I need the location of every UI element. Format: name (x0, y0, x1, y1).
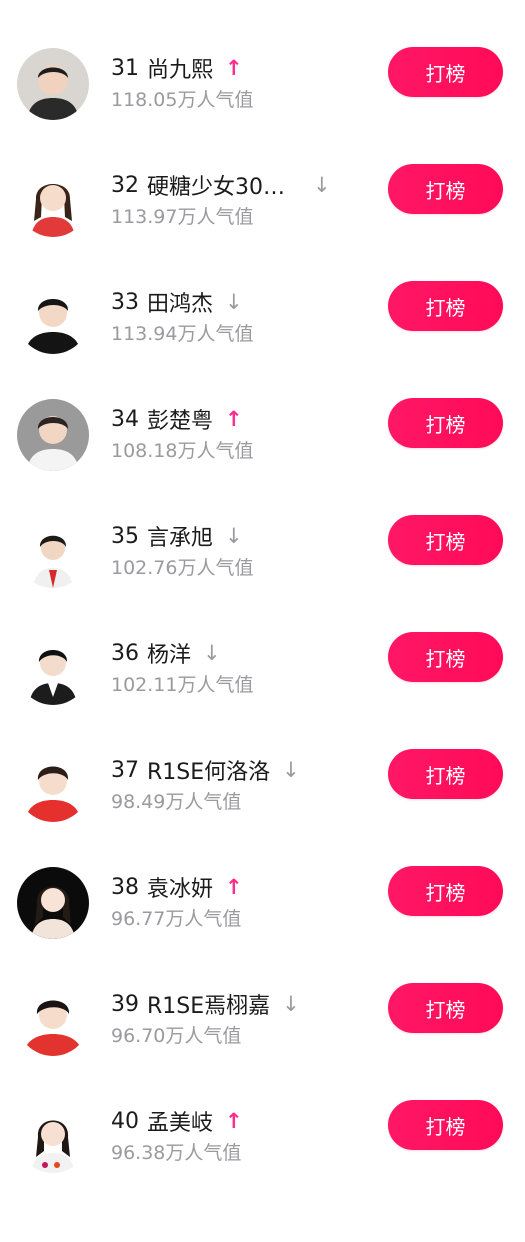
rank-number: 40 (111, 1108, 139, 1134)
portrait-female-icon (17, 867, 89, 939)
arrow-down-icon: ↓ (282, 757, 300, 782)
rank-number: 34 (111, 406, 139, 432)
portrait-female-icon (17, 1101, 89, 1173)
popularity-value: 96.77万人气值 (111, 908, 242, 930)
popularity-value: 96.38万人气值 (111, 1142, 242, 1164)
vote-button[interactable]: 打榜 (388, 164, 503, 214)
artist-name[interactable]: R1SE焉栩嘉 (147, 988, 270, 1020)
name-line: 35 言承旭 ↓ (111, 520, 243, 552)
arrow-up-icon: ↑ (225, 406, 243, 431)
portrait-male-icon (17, 282, 89, 354)
portrait-female-icon (17, 165, 89, 237)
name-line: 32 硬糖少女30… ↓ (111, 169, 331, 201)
name-line: 31 尚九熙 ↑ (111, 52, 243, 84)
arrow-down-icon: ↓ (313, 172, 331, 197)
artist-name[interactable]: 尚九熙 (147, 52, 213, 84)
artist-name[interactable]: R1SE何洛洛 (147, 754, 270, 786)
name-line: 38 袁冰妍 ↑ (111, 871, 243, 903)
avatar[interactable] (17, 867, 89, 939)
name-line: 37 R1SE何洛洛 ↓ (111, 754, 300, 786)
arrow-up-icon: ↑ (225, 55, 243, 80)
portrait-male-icon (17, 984, 89, 1056)
portrait-male-icon (17, 48, 89, 120)
popularity-value: 102.11万人气值 (111, 674, 254, 696)
name-line: 36 杨洋 ↓ (111, 637, 221, 669)
popularity-value: 118.05万人气值 (111, 89, 254, 111)
avatar[interactable] (17, 750, 89, 822)
arrow-up-icon: ↑ (225, 1108, 243, 1133)
artist-name[interactable]: 硬糖少女30… (147, 169, 285, 201)
popularity-value: 98.49万人气值 (111, 791, 242, 813)
avatar[interactable] (17, 633, 89, 705)
arrow-down-icon: ↓ (282, 991, 300, 1016)
popularity-value: 96.70万人气值 (111, 1025, 242, 1047)
artist-name[interactable]: 孟美岐 (147, 1105, 213, 1137)
rank-number: 35 (111, 523, 139, 549)
artist-name[interactable]: 杨洋 (147, 637, 191, 669)
avatar[interactable] (17, 282, 89, 354)
avatar[interactable] (17, 399, 89, 471)
popularity-value: 113.94万人气值 (111, 323, 254, 345)
avatar[interactable] (17, 1101, 89, 1173)
name-line: 33 田鸿杰 ↓ (111, 286, 243, 318)
vote-button[interactable]: 打榜 (388, 398, 503, 448)
artist-name[interactable]: 袁冰妍 (147, 871, 213, 903)
arrow-down-icon: ↓ (203, 640, 221, 665)
rank-number: 38 (111, 874, 139, 900)
rank-number: 36 (111, 640, 139, 666)
vote-button[interactable]: 打榜 (388, 749, 503, 799)
portrait-male-icon (17, 750, 89, 822)
rank-number: 32 (111, 172, 139, 198)
name-line: 40 孟美岐 ↑ (111, 1105, 243, 1137)
artist-name[interactable]: 田鸿杰 (147, 286, 213, 318)
artist-name[interactable]: 彭楚粤 (147, 403, 213, 435)
arrow-up-icon: ↑ (225, 874, 243, 899)
portrait-male-icon (17, 516, 89, 588)
arrow-down-icon: ↓ (225, 523, 243, 548)
vote-button[interactable]: 打榜 (388, 983, 503, 1033)
popularity-value: 102.76万人气值 (111, 557, 254, 579)
vote-button[interactable]: 打榜 (388, 632, 503, 682)
vote-button[interactable]: 打榜 (388, 47, 503, 97)
vote-button[interactable]: 打榜 (388, 515, 503, 565)
avatar[interactable] (17, 984, 89, 1056)
avatar[interactable] (17, 165, 89, 237)
portrait-male-icon (17, 633, 89, 705)
avatar[interactable] (17, 48, 89, 120)
artist-name[interactable]: 言承旭 (147, 520, 213, 552)
popularity-value: 113.97万人气值 (111, 206, 254, 228)
portrait-male-icon (17, 399, 89, 471)
avatar[interactable] (17, 516, 89, 588)
vote-button[interactable]: 打榜 (388, 281, 503, 331)
name-line: 39 R1SE焉栩嘉 ↓ (111, 988, 300, 1020)
rank-number: 37 (111, 757, 139, 783)
list-item[interactable]: 40 孟美岐 ↑ 96.38万人气值 打榜 (0, 1100, 525, 1242)
rank-number: 31 (111, 55, 139, 81)
rank-number: 33 (111, 289, 139, 315)
vote-button[interactable]: 打榜 (388, 1100, 503, 1150)
vote-button[interactable]: 打榜 (388, 866, 503, 916)
arrow-down-icon: ↓ (225, 289, 243, 314)
name-line: 34 彭楚粤 ↑ (111, 403, 243, 435)
popularity-value: 108.18万人气值 (111, 440, 254, 462)
rank-number: 39 (111, 991, 139, 1017)
